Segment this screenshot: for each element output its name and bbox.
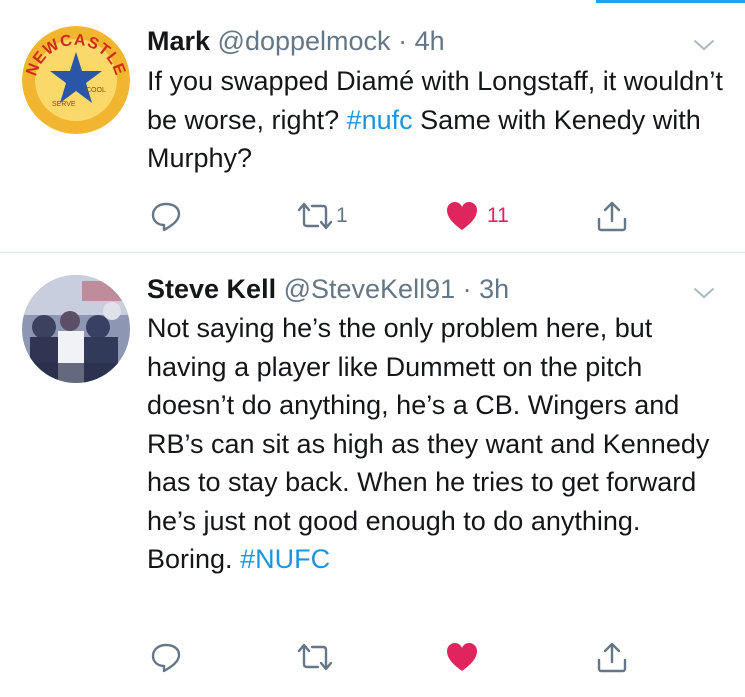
share-icon — [597, 642, 627, 673]
reply-button[interactable] — [149, 196, 183, 236]
avatar[interactable] — [22, 275, 130, 383]
share-icon — [597, 201, 627, 232]
avatar-right-word: COOL — [86, 87, 106, 94]
retweet-button[interactable]: 1 — [296, 196, 348, 236]
hashtag-link[interactable]: #NUFC — [240, 544, 330, 574]
tweet[interactable]: NEWCASTLE SERVE COOL Mark @doppelmock · … — [0, 0, 745, 253]
retweet-icon — [297, 202, 333, 230]
display-name[interactable]: Steve Kell — [147, 274, 276, 304]
user-handle[interactable]: @doppelmock — [218, 26, 391, 56]
heart-icon — [447, 643, 477, 671]
chevron-down-icon[interactable] — [693, 34, 715, 56]
share-button[interactable] — [595, 196, 629, 236]
retweet-icon — [297, 643, 333, 671]
user-handle[interactable]: @SteveKell91 — [284, 274, 456, 304]
chevron-down-icon[interactable] — [693, 282, 715, 304]
reply-icon — [151, 202, 181, 232]
display-name[interactable]: Mark — [147, 26, 210, 56]
hashtag-link[interactable]: #nufc — [347, 105, 413, 135]
tweet-header: Mark @doppelmock · 4h — [147, 24, 445, 58]
timestamp[interactable]: 3h — [479, 274, 509, 304]
tweet-text-part: Not saying he’s the only problem here, b… — [147, 313, 710, 574]
like-count: 11 — [487, 204, 509, 227]
like-button[interactable]: 11 — [445, 196, 509, 236]
avatar-left-word: SERVE — [52, 101, 76, 108]
tweet-text: Not saying he’s the only problem here, b… — [147, 309, 727, 579]
tweet-text: If you swapped Diamé with Longstaff, it … — [147, 62, 727, 178]
reply-icon — [151, 643, 181, 673]
retweet-button[interactable] — [296, 637, 336, 677]
share-button[interactable] — [595, 637, 629, 677]
timestamp[interactable]: 4h — [415, 26, 445, 56]
retweet-count: 1 — [336, 204, 348, 227]
separator: · — [462, 274, 472, 304]
separator: · — [398, 26, 408, 56]
avatar[interactable]: NEWCASTLE SERVE COOL — [22, 26, 130, 134]
like-button[interactable] — [445, 637, 487, 677]
tweet-actions: 1 11 — [0, 196, 745, 236]
reply-button[interactable] — [149, 637, 183, 677]
heart-icon — [447, 202, 477, 230]
tweet[interactable]: Steve Kell @SteveKell91 · 3h Not saying … — [0, 253, 745, 697]
tweet-actions — [0, 637, 745, 677]
tweet-header: Steve Kell @SteveKell91 · 3h — [147, 272, 509, 306]
